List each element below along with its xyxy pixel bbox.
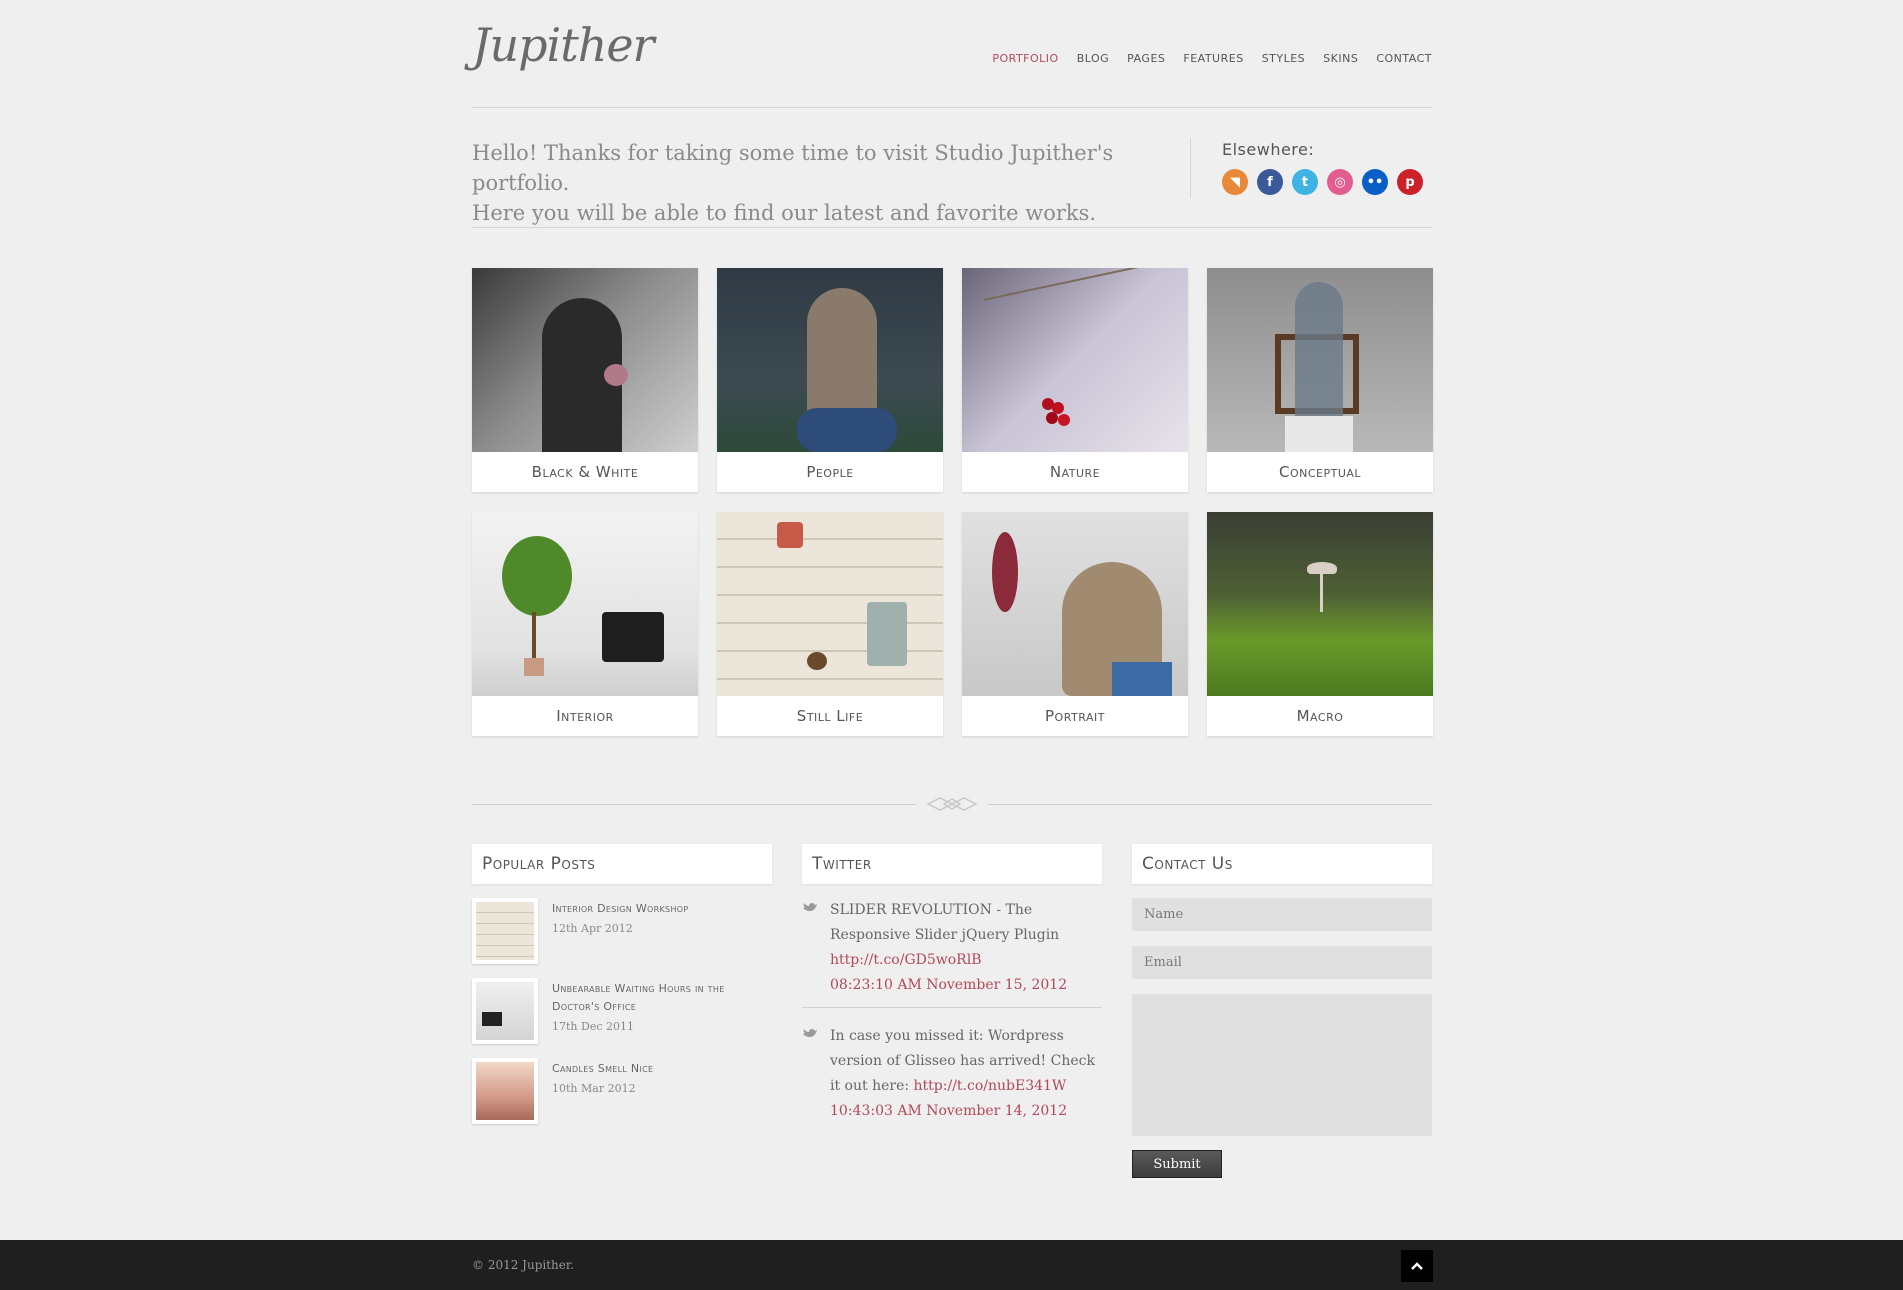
gallery-image: [472, 268, 698, 452]
gallery-caption: Still Life: [796, 707, 864, 725]
twitter-icon[interactable]: t: [1292, 169, 1318, 195]
post-title[interactable]: Interior Design Workshop: [552, 900, 762, 918]
gallery-caption: Portrait: [1045, 707, 1105, 725]
tweet-timestamp[interactable]: 08:23:10 AM November 15, 2012: [830, 977, 1067, 993]
twitter-widget: Twitter SLIDER REVOLUTION - The Responsi…: [802, 844, 1102, 1119]
gallery-caption: People: [806, 463, 854, 481]
main-nav: Portfolio Blog Pages Features Styles Ski…: [992, 52, 1432, 65]
gallery-tile-black-white[interactable]: Black & White: [472, 268, 698, 492]
intro-text: Hello! Thanks for taking some time to vi…: [472, 138, 1172, 228]
gallery-image: [1207, 512, 1433, 696]
copyright-text: © 2012 Jupither.: [472, 1258, 575, 1272]
footer-widgets: Popular Posts Interior Design Workshop 1…: [472, 844, 1432, 1204]
pinterest-icon[interactable]: p: [1397, 169, 1423, 195]
dribbble-icon[interactable]: ◎: [1327, 169, 1353, 195]
tweet-timestamp[interactable]: 10:43:03 AM November 14, 2012: [830, 1103, 1067, 1119]
tweet-separator: [802, 1007, 1102, 1008]
twitter-bird-icon: [803, 903, 817, 911]
site-header: Jupither Portfolio Blog Pages Features S…: [472, 0, 1432, 108]
popular-posts-title: Popular Posts: [472, 844, 772, 884]
gallery-tile-nature[interactable]: Nature: [962, 268, 1188, 492]
message-field[interactable]: [1132, 994, 1432, 1136]
submit-button[interactable]: Submit: [1132, 1150, 1222, 1178]
intro-section: Hello! Thanks for taking some time to vi…: [472, 108, 1432, 228]
twitter-title: Twitter: [802, 844, 1102, 884]
gallery-tile-still-life[interactable]: Still Life: [717, 512, 943, 736]
gallery-tile-people[interactable]: People: [717, 268, 943, 492]
post-thumbnail[interactable]: [472, 978, 538, 1044]
gallery-tile-portrait[interactable]: Portrait: [962, 512, 1188, 736]
tweet-link[interactable]: http://t.co/GD5woRlB: [830, 952, 981, 968]
site-footer: © 2012 Jupither.: [0, 1240, 1903, 1290]
gallery-image: [1207, 268, 1433, 452]
elsewhere-block: Elsewhere: ◥ f t ◎ •• p: [1222, 140, 1423, 195]
nav-features[interactable]: Features: [1183, 52, 1243, 65]
post-date: 17th Dec 2011: [552, 1020, 634, 1033]
gallery-caption: Interior: [556, 707, 614, 725]
tweet-text: In case you missed it: Wordpress version…: [830, 1024, 1102, 1124]
post-date: 10th Mar 2012: [552, 1082, 636, 1095]
intro-divider: [1190, 138, 1191, 198]
tweet-text: SLIDER REVOLUTION - The Responsive Slide…: [830, 898, 1102, 998]
facebook-icon[interactable]: f: [1257, 169, 1283, 195]
gallery-tile-interior[interactable]: Interior: [472, 512, 698, 736]
post-thumbnail[interactable]: [472, 898, 538, 964]
popular-posts-widget: Popular Posts Interior Design Workshop 1…: [472, 844, 772, 1124]
gallery-tile-macro[interactable]: Macro: [1207, 512, 1433, 736]
nav-styles[interactable]: Styles: [1262, 52, 1305, 65]
post-title[interactable]: Unbearable Waiting Hours in the Doctor's…: [552, 980, 762, 1016]
contact-title: Contact Us: [1132, 844, 1432, 884]
gallery-caption: Conceptual: [1278, 463, 1362, 481]
nav-portfolio[interactable]: Portfolio: [992, 52, 1058, 65]
post-title[interactable]: Candles Smell Nice: [552, 1060, 762, 1078]
flickr-icon[interactable]: ••: [1362, 169, 1388, 195]
email-field[interactable]: [1132, 946, 1432, 979]
site-logo[interactable]: Jupither: [472, 18, 655, 72]
nav-contact[interactable]: Contact: [1376, 52, 1432, 65]
ornament-divider: [472, 794, 1432, 814]
gallery-tile-conceptual[interactable]: Conceptual: [1207, 268, 1433, 492]
nav-skins[interactable]: Skins: [1323, 52, 1358, 65]
post-date: 12th Apr 2012: [552, 922, 633, 935]
intro-line-1: Hello! Thanks for taking some time to vi…: [472, 141, 1114, 195]
elsewhere-title: Elsewhere:: [1222, 140, 1315, 159]
social-icons: ◥ f t ◎ •• p: [1222, 169, 1423, 195]
gallery-image: [962, 268, 1188, 452]
twitter-bird-icon: [803, 1029, 817, 1037]
back-to-top-button[interactable]: [1401, 1250, 1433, 1282]
gallery-caption: Nature: [1049, 463, 1101, 481]
gallery-caption: Black & White: [531, 463, 639, 481]
portfolio-gallery: Black & White People Nature Conceptual I…: [472, 268, 1433, 736]
chevron-up-icon: [1411, 1262, 1423, 1270]
gallery-image: [472, 512, 698, 696]
gallery-caption: Macro: [1296, 707, 1344, 725]
name-field[interactable]: [1132, 898, 1432, 931]
ornament-icon: [926, 797, 978, 811]
tweet-body: SLIDER REVOLUTION - The Responsive Slide…: [830, 902, 1060, 943]
intro-line-2: Here you will be able to find our latest…: [472, 201, 1097, 225]
gallery-image: [717, 512, 943, 696]
nav-blog[interactable]: Blog: [1077, 52, 1109, 65]
gallery-image: [717, 268, 943, 452]
rss-icon[interactable]: ◥: [1222, 169, 1248, 195]
post-thumbnail[interactable]: [472, 1058, 538, 1124]
gallery-image: [962, 512, 1188, 696]
contact-widget: Contact Us Submit: [1132, 844, 1432, 1178]
nav-pages[interactable]: Pages: [1127, 52, 1165, 65]
tweet-link[interactable]: http://t.co/nubE341W: [914, 1078, 1067, 1094]
